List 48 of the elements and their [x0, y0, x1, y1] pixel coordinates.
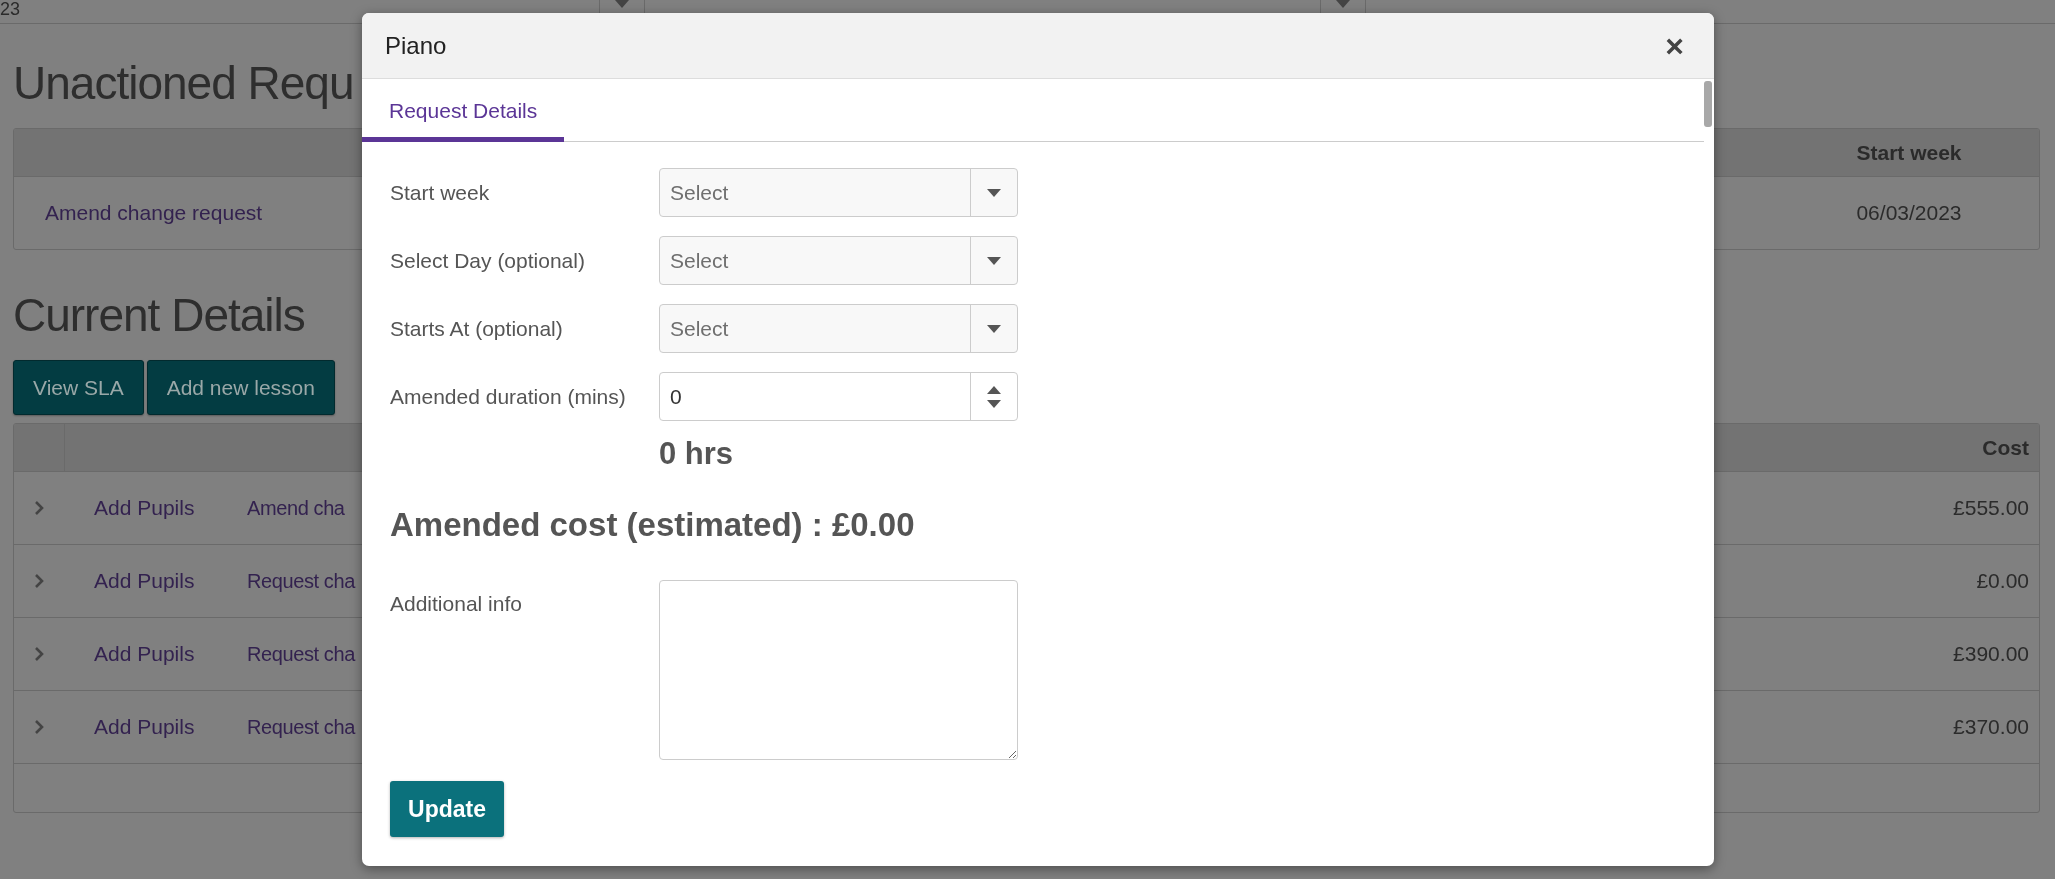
column-header: Start week [1856, 140, 1962, 165]
table-cell: £0.00 [1976, 569, 2029, 593]
caret-icon [987, 324, 1001, 333]
dialog-title: Piano [385, 31, 447, 60]
request-link[interactable]: Amend cha [247, 496, 345, 520]
table-cell: £555.00 [1953, 496, 2029, 520]
field-label: Amended duration (mins) [390, 384, 627, 409]
request-link[interactable]: Request cha [247, 642, 355, 666]
table-cell: 06/03/2023 [1856, 201, 1962, 225]
field-label: Additional info [390, 592, 523, 616]
request-link[interactable]: Request cha [247, 569, 355, 593]
caret-icon [615, 0, 629, 8]
request-link[interactable]: Request cha [247, 715, 355, 739]
section-heading: Current Details [13, 288, 305, 343]
field-value: 23 [0, 0, 22, 18]
add-pupils-link[interactable]: Add Pupils [94, 715, 195, 739]
add-button[interactable]: Add new lesson [146, 360, 335, 415]
field-label: Select Day (optional) [390, 248, 586, 273]
tab[interactable]: Request Details [362, 80, 565, 142]
update-button[interactable]: Update [390, 781, 504, 837]
chevron-icon[interactable] [34, 500, 44, 516]
section-heading: Unactioned Requ [13, 56, 354, 111]
field-label: Starts At (optional) [390, 316, 564, 341]
select-field[interactable]: Select [659, 168, 1018, 217]
number-field[interactable]: 0 [659, 372, 1018, 421]
table-cell: £370.00 [1953, 715, 2029, 739]
chevron-icon[interactable] [34, 573, 44, 589]
view-button[interactable]: View SLA [13, 360, 144, 415]
add-pupils-link[interactable]: Add Pupils [94, 496, 195, 520]
close-button[interactable]: × [1661, 29, 1688, 62]
chevron-icon[interactable] [34, 646, 44, 662]
select-field[interactable]: Select [659, 236, 1018, 285]
add-pupils-link[interactable]: Add Pupils [94, 569, 195, 593]
column-header: Cost [1982, 435, 2029, 460]
scrollbar-thumb[interactable] [1704, 81, 1712, 127]
cost-heading: Amended cost (estimated) : £0.00 [390, 506, 916, 544]
hours-text: 0 hrs [659, 436, 735, 472]
chevron-icon[interactable] [34, 719, 44, 735]
request-link[interactable]: Amend change request [45, 201, 263, 225]
add-pupils-link[interactable]: Add Pupils [94, 642, 195, 666]
select-field[interactable]: Select [659, 304, 1018, 353]
spin-up-icon [987, 385, 1001, 394]
caret-icon [987, 188, 1001, 197]
caret-icon [987, 256, 1001, 265]
table-cell: £390.00 [1953, 642, 2029, 666]
field-label: Start week [390, 180, 491, 205]
caret-icon [1336, 0, 1350, 8]
spin-down-icon [987, 399, 1001, 408]
